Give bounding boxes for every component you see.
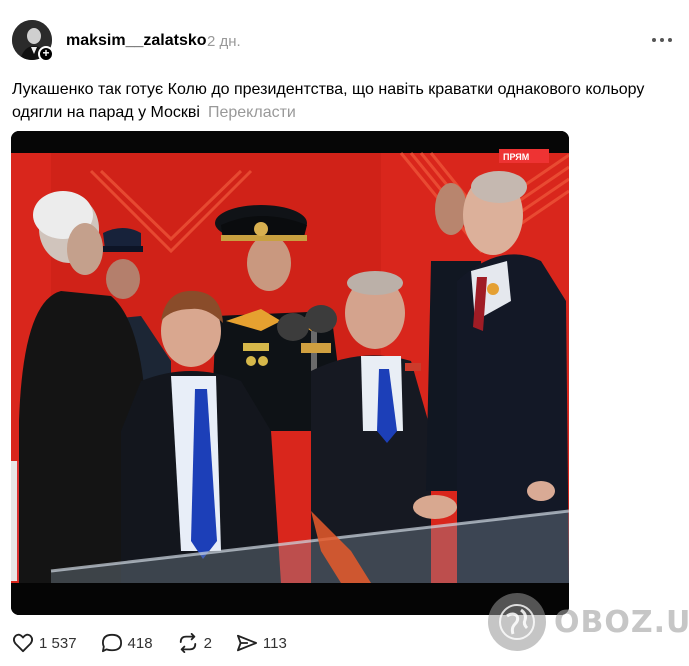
- post-timestamp[interactable]: 2 дн.: [207, 33, 241, 50]
- author-username[interactable]: maksim__zalatsko: [66, 32, 207, 50]
- follow-plus-icon[interactable]: +: [38, 46, 54, 62]
- comment-button[interactable]: 418: [101, 633, 153, 653]
- globe-icon: [488, 593, 546, 651]
- post-text-body: Лукашенко так готує Колю до президентств…: [12, 81, 645, 121]
- share-button[interactable]: 113: [236, 633, 287, 653]
- post-image[interactable]: ПРЯМ: [11, 131, 569, 615]
- post-text: Лукашенко так готує Колю до президентств…: [12, 78, 652, 124]
- repost-icon: [179, 633, 196, 653]
- source-watermark: OBOZ.UA: [488, 592, 689, 652]
- send-icon: [236, 634, 257, 652]
- repost-count: 2: [203, 634, 212, 652]
- author-avatar[interactable]: +: [12, 20, 54, 62]
- share-count: 113: [262, 634, 287, 652]
- watermark-text: OBOZ.UA: [554, 604, 689, 640]
- parade-photo: ПРЯМ: [11, 131, 569, 615]
- more-options-icon[interactable]: [648, 30, 676, 50]
- heart-icon: [13, 633, 33, 653]
- comment-icon: [101, 633, 122, 653]
- post-actions: 1 537 418 2 113: [12, 632, 311, 654]
- thread-post: + maksim__zalatsko 2 дн. Лукашенко так г…: [0, 0, 689, 666]
- like-count: 1 537: [39, 634, 77, 652]
- repost-button[interactable]: 2: [177, 633, 212, 653]
- svg-text:ПРЯМ: ПРЯМ: [503, 152, 529, 162]
- translate-link[interactable]: Перекласти: [208, 104, 296, 121]
- comment-count: 418: [127, 634, 153, 652]
- like-button[interactable]: 1 537: [12, 633, 77, 653]
